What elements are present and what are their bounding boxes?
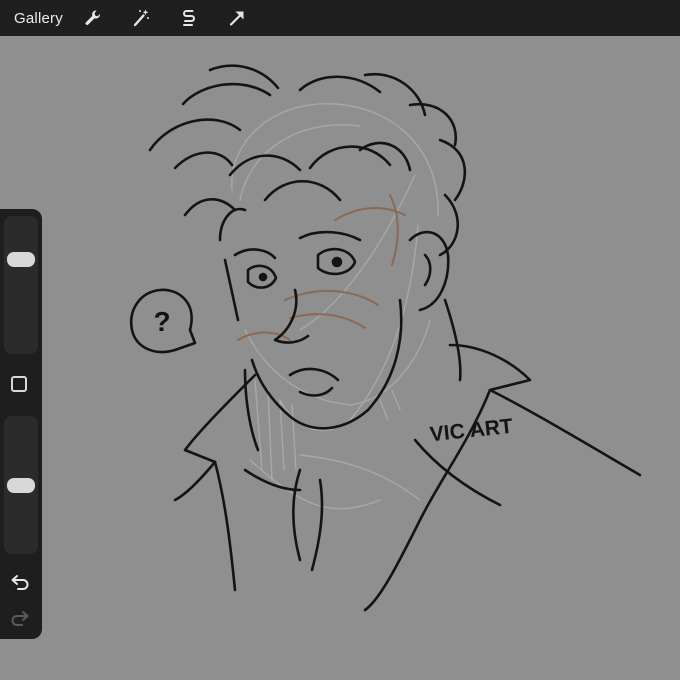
brush-size-slider[interactable]	[4, 216, 38, 354]
opacity-thumb[interactable]	[7, 477, 35, 493]
transform-arrow-icon[interactable]	[225, 6, 249, 30]
construction-lines	[231, 103, 439, 510]
gallery-button[interactable]: Gallery	[14, 10, 63, 27]
artist-signature: VIC ART	[429, 415, 514, 447]
opacity-slider[interactable]	[4, 416, 38, 554]
question-bubble: ?	[129, 288, 197, 354]
sketch-artwork: ? VIC ART	[129, 64, 642, 612]
drawing-canvas[interactable]: ? VIC ART	[0, 36, 680, 680]
bubble-text: ?	[153, 306, 170, 337]
redo-icon[interactable]	[8, 607, 32, 629]
top-toolbar: Gallery	[0, 0, 680, 36]
modify-button[interactable]	[11, 376, 27, 392]
selection-icon[interactable]	[177, 6, 201, 30]
left-sidebar	[0, 209, 42, 639]
undo-icon[interactable]	[8, 571, 32, 593]
magic-wand-icon[interactable]	[129, 6, 153, 30]
brush-size-thumb[interactable]	[7, 251, 35, 267]
wrench-icon[interactable]	[81, 6, 105, 30]
